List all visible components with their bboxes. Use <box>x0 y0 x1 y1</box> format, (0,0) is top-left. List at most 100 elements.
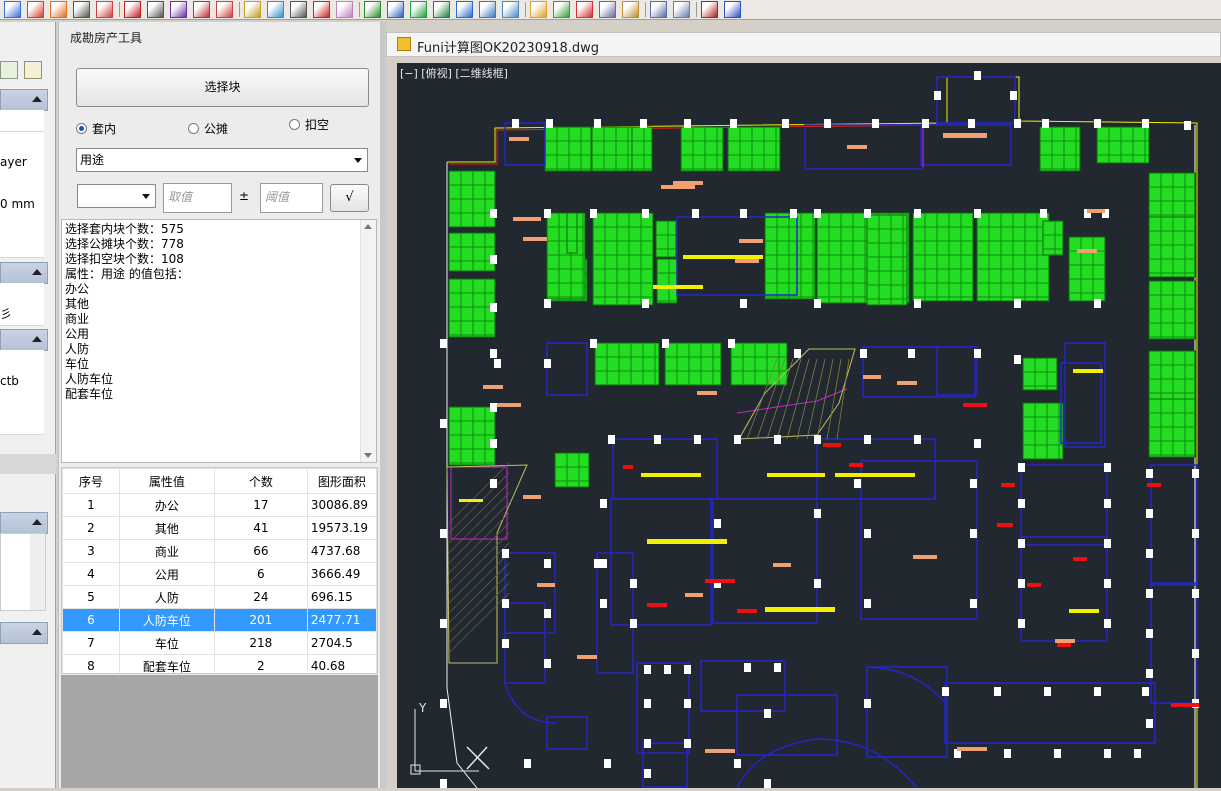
toolbar-separator <box>119 2 120 17</box>
column-marker <box>502 639 509 648</box>
col-header-area[interactable]: 图形面积 <box>306 468 377 494</box>
toolbar-tool-icon[interactable] <box>650 1 667 18</box>
toolbar-tool-icon[interactable] <box>96 1 113 18</box>
chevron-down-icon <box>354 158 362 163</box>
column-marker <box>524 759 531 768</box>
select-block-button[interactable]: 选择块 <box>76 68 369 107</box>
column-marker <box>544 359 551 368</box>
orange-mark <box>697 391 717 395</box>
table-row[interactable]: 1 办公 17 30086.89 <box>62 493 377 517</box>
toolbar-tool-icon[interactable] <box>530 1 547 18</box>
toolbar-tool-icon[interactable] <box>701 1 718 18</box>
toolbar-tool-icon[interactable] <box>599 1 616 18</box>
confirm-button[interactable]: √ <box>330 184 369 212</box>
value-type-select[interactable] <box>77 184 156 208</box>
toolbar-tool-icon[interactable] <box>364 1 381 18</box>
misc-scrollbar[interactable] <box>30 534 45 610</box>
value-input[interactable]: 取值 <box>163 183 232 213</box>
wall-outline <box>1060 362 1102 444</box>
toolbar-tool-icon[interactable] <box>336 1 353 18</box>
toolbar-tool-icon[interactable] <box>724 1 741 18</box>
section-header-3d[interactable] <box>0 262 48 284</box>
col-header-value[interactable]: 属性值 <box>118 468 215 494</box>
table-row[interactable]: 2 其他 41 19573.19 <box>62 516 377 540</box>
col-header-count[interactable]: 个数 <box>213 468 308 494</box>
document-title[interactable]: Funi计算图OK20230918.dwg <box>417 37 599 56</box>
column-marker <box>630 619 637 628</box>
wall-outline <box>816 438 936 500</box>
quick-select-icon[interactable] <box>24 61 42 79</box>
attribute-select[interactable]: 用途 <box>76 148 368 172</box>
material-field[interactable]: 彡 <box>0 304 44 326</box>
toolbar-tool-icon[interactable] <box>50 1 67 18</box>
column-marker <box>654 435 661 444</box>
toolbar-tool-icon[interactable] <box>313 1 330 18</box>
plot-style-field[interactable]: ctb <box>0 371 44 393</box>
threshold-input[interactable]: 阈值 <box>260 183 323 213</box>
toolbar-tool-icon[interactable] <box>553 1 570 18</box>
radio-inner[interactable] <box>76 123 87 134</box>
column-marker <box>782 119 789 128</box>
info-line: 选择公摊块个数：778 <box>65 237 184 251</box>
toolbar-tool-icon[interactable] <box>193 1 210 18</box>
column-marker <box>490 349 497 358</box>
section-header-other[interactable] <box>0 622 48 644</box>
red-mark <box>647 603 667 607</box>
toolbar-tool-icon[interactable] <box>576 1 593 18</box>
cad-toolbar <box>0 0 1221 20</box>
scroll-down-icon[interactable] <box>364 453 372 458</box>
section-header-plot[interactable] <box>0 329 48 351</box>
column-marker <box>974 349 981 358</box>
toolbar-tool-icon[interactable] <box>502 1 519 18</box>
toolbar-tool-icon[interactable] <box>27 1 44 18</box>
wall-outline <box>712 498 818 624</box>
radio-shared[interactable] <box>188 123 199 134</box>
table-row[interactable]: 5 人防 24 696.15 <box>62 585 377 609</box>
column-marker <box>814 435 821 444</box>
column-marker <box>794 349 801 358</box>
select-object-icon[interactable] <box>0 61 18 79</box>
scroll-up-icon[interactable] <box>364 224 372 229</box>
column-marker <box>594 119 601 128</box>
drawing-canvas[interactable] <box>397 63 1221 789</box>
selection-info-text[interactable]: 选择套内块个数：575 选择公摊块个数：778 选择扣空块个数：108 属性：用… <box>61 219 377 463</box>
toolbar-tool-icon[interactable] <box>673 1 690 18</box>
radio-inner-label: 套内 <box>92 122 117 136</box>
toolbar-tool-icon[interactable] <box>290 1 307 18</box>
section-header-general[interactable] <box>0 89 48 111</box>
toolbar-tool-icon[interactable] <box>387 1 404 18</box>
info-scrollbar[interactable] <box>360 220 376 462</box>
toolbar-tool-icon[interactable] <box>170 1 187 18</box>
panel-splitter[interactable] <box>380 22 386 788</box>
toolbar-tool-icon[interactable] <box>4 1 21 18</box>
toolbar-tool-icon[interactable] <box>456 1 473 18</box>
table-row[interactable]: 7 车位 218 2704.5 <box>62 631 377 655</box>
boundary-line <box>736 388 848 414</box>
toolbar-tool-icon[interactable] <box>622 1 639 18</box>
section-header-misc[interactable] <box>0 512 48 534</box>
layer-field[interactable]: ayer <box>0 152 44 174</box>
toolbar-tool-icon[interactable] <box>216 1 233 18</box>
table-row[interactable]: 3 商业 66 4737.68 <box>62 539 377 563</box>
toolbar-tool-icon[interactable] <box>433 1 450 18</box>
toolbar-tool-icon[interactable] <box>244 1 261 18</box>
yellow-mark <box>653 285 703 289</box>
toolbar-tool-icon[interactable] <box>267 1 284 18</box>
linetype-scale-field[interactable]: 0 mm <box>0 194 44 216</box>
radio-deduct[interactable] <box>289 119 300 130</box>
table-row-selected[interactable]: 6 人防车位 201 2477.71 <box>62 608 377 632</box>
table-row[interactable]: 8 配套车位 2 40.68 <box>62 654 377 673</box>
red-mark <box>1027 583 1041 587</box>
toolbar-tool-icon[interactable] <box>124 1 141 18</box>
toolbar-tool-icon[interactable] <box>147 1 164 18</box>
table-row[interactable]: 4 公用 6 3666.49 <box>62 562 377 586</box>
column-marker <box>974 209 981 218</box>
collapse-icon <box>32 519 42 525</box>
orange-mark <box>913 555 937 559</box>
toolbar-tool-icon[interactable] <box>410 1 427 18</box>
toolbar-tool-icon[interactable] <box>479 1 496 18</box>
column-marker <box>490 255 497 264</box>
col-header-index[interactable]: 序号 <box>62 468 120 494</box>
viewport-controls[interactable]: [−] [俯视] [二维线框] <box>400 65 508 81</box>
toolbar-tool-icon[interactable] <box>73 1 90 18</box>
